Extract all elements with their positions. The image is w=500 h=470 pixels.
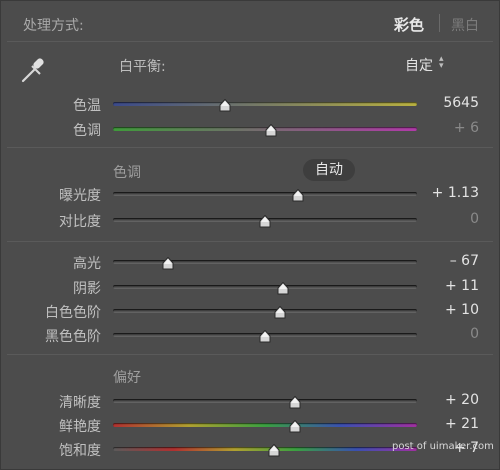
slider-track[interactable] bbox=[113, 260, 417, 264]
updown-arrow-icon: ▴ ▾ bbox=[439, 54, 444, 71]
slider-thumb[interactable] bbox=[292, 187, 304, 202]
mode-separator bbox=[439, 14, 440, 32]
white-balance-label: 白平衡: bbox=[119, 59, 166, 75]
eyedropper-icon[interactable] bbox=[19, 55, 47, 85]
divider bbox=[7, 241, 493, 242]
slider-value[interactable]: + 1.13 bbox=[432, 185, 479, 201]
slider-label: 黑色色阶 bbox=[45, 329, 101, 345]
auto-tone-button[interactable]: 自动 bbox=[303, 159, 355, 181]
bw-mode-button[interactable]: 黑白 bbox=[451, 15, 479, 35]
tone-section-label: 色调 bbox=[113, 165, 141, 181]
slider-label: 高光 bbox=[73, 256, 101, 272]
slider-label: 对比度 bbox=[59, 214, 101, 230]
slider-track[interactable] bbox=[113, 309, 417, 313]
slider-value[interactable]: – 67 bbox=[450, 253, 479, 269]
slider-thumb[interactable] bbox=[219, 97, 231, 112]
white-balance-select[interactable]: 自定 ▴ ▾ bbox=[405, 55, 444, 75]
slider-track[interactable] bbox=[113, 399, 417, 403]
slider-value[interactable]: + 6 bbox=[454, 120, 479, 136]
slider-track[interactable] bbox=[113, 192, 417, 196]
color-mode-button[interactable]: 彩色 bbox=[394, 14, 424, 35]
slider-label: 曝光度 bbox=[59, 188, 101, 204]
divider bbox=[7, 41, 493, 42]
slider-value[interactable]: 0 bbox=[470, 326, 479, 342]
slider-label: 白色色阶 bbox=[45, 305, 101, 321]
slider-thumb[interactable] bbox=[289, 394, 301, 409]
slider-thumb[interactable] bbox=[162, 255, 174, 270]
watermark-text: post of uimaker.com bbox=[392, 441, 494, 452]
slider-value[interactable]: + 11 bbox=[445, 278, 479, 294]
slider-label: 饱和度 bbox=[59, 443, 101, 459]
slider-thumb[interactable] bbox=[265, 122, 277, 137]
slider-label: 鲜艳度 bbox=[59, 419, 101, 435]
divider bbox=[7, 147, 493, 148]
slider-value[interactable]: + 20 bbox=[445, 392, 479, 408]
slider-value[interactable]: + 10 bbox=[445, 302, 479, 318]
divider bbox=[7, 354, 493, 355]
white-balance-value: 自定 bbox=[405, 58, 433, 74]
slider-track[interactable] bbox=[113, 447, 417, 451]
slider-track[interactable] bbox=[113, 423, 417, 427]
slider-label: 清晰度 bbox=[59, 395, 101, 411]
slider-label: 色温 bbox=[73, 98, 101, 114]
treatment-label: 处理方式: bbox=[23, 18, 84, 34]
slider-track[interactable] bbox=[113, 102, 417, 106]
slider-label: 色调 bbox=[73, 123, 101, 139]
slider-label: 阴影 bbox=[73, 281, 101, 297]
presence-section-label: 偏好 bbox=[113, 370, 141, 386]
slider-value[interactable]: + 21 bbox=[445, 416, 479, 432]
slider-thumb[interactable] bbox=[268, 442, 280, 457]
basic-panel: 处理方式: 彩色 黑白 白平衡: 自定 ▴ ▾ 色温 5645 色调 + 6 色调 自动 … bbox=[0, 0, 500, 470]
slider-thumb[interactable] bbox=[289, 418, 301, 433]
slider-thumb[interactable] bbox=[274, 304, 286, 319]
slider-thumb[interactable] bbox=[277, 280, 289, 295]
slider-value[interactable]: 0 bbox=[470, 211, 479, 227]
slider-thumb[interactable] bbox=[259, 213, 271, 228]
slider-value[interactable]: 5645 bbox=[443, 95, 479, 111]
slider-thumb[interactable] bbox=[259, 328, 271, 343]
slider-track[interactable] bbox=[113, 285, 417, 289]
